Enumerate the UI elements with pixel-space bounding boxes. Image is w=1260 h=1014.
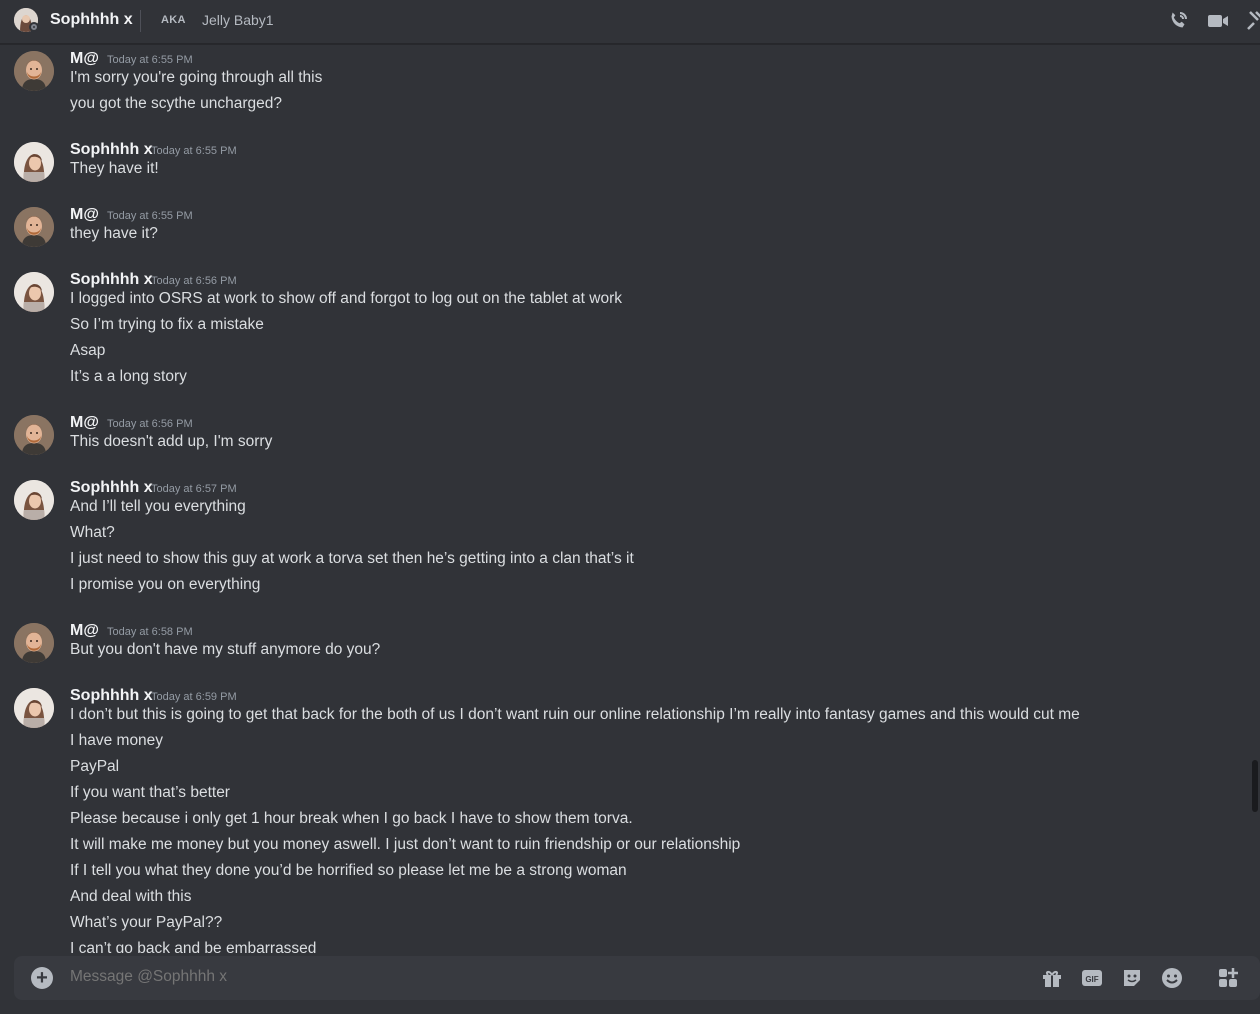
aka-label: AKA xyxy=(161,14,186,26)
message-text: I don’t but this is going to get that ba… xyxy=(70,706,1080,723)
user-avatar[interactable] xyxy=(14,415,54,455)
attach-plus-button[interactable]: + xyxy=(31,967,53,989)
message-text: I'm sorry you're going through all this xyxy=(70,69,323,86)
gift-icon[interactable] xyxy=(1040,966,1064,990)
message-text: you got the scythe uncharged? xyxy=(70,95,282,112)
message-text: If you want that’s better xyxy=(70,784,230,801)
message-text: This doesn't add up, I'm sorry xyxy=(70,433,273,450)
message-author[interactable]: M@ xyxy=(70,205,99,225)
message-group[interactable]: M@ Today at 6:58 PM But you don't have my … xyxy=(0,621,1250,667)
message-author[interactable]: Sophhhh x xyxy=(70,270,153,290)
message-text: But you don't have my stuff anymore do y… xyxy=(70,641,381,658)
message-text: They have it! xyxy=(70,160,159,177)
message-group[interactable]: Sophhhh x Today at 6:56 PM I logged into O… xyxy=(0,270,1250,385)
message-text: What? xyxy=(70,524,115,541)
apps-icon[interactable] xyxy=(1216,966,1240,990)
message-author[interactable]: Sophhhh x xyxy=(70,686,153,706)
header-divider xyxy=(140,10,141,32)
message-group[interactable]: Sophhhh x Today at 6:55 PM They have it! xyxy=(0,140,1250,186)
message-timestamp: Today at 6:57 PM xyxy=(151,483,237,495)
message-composer: + GIF xyxy=(14,956,1260,1000)
message-group[interactable]: Sophhhh x Today at 6:57 PM And I’ll tell y… xyxy=(0,478,1250,593)
emoji-icon[interactable] xyxy=(1160,966,1184,990)
message-group[interactable]: Sophhhh x Today at 6:59 PM I don’t but thi… xyxy=(0,686,1250,953)
message-text: Asap xyxy=(70,342,106,359)
user-avatar[interactable] xyxy=(14,623,54,663)
scrollbar-thumb[interactable] xyxy=(1252,760,1258,812)
header-alias: Jelly Baby1 xyxy=(202,12,274,28)
message-text: I promise you on everything xyxy=(70,576,261,593)
message-text: PayPal xyxy=(70,758,120,775)
message-timestamp: Today at 6:55 PM xyxy=(107,210,193,222)
message-text: It’s a a long story xyxy=(70,368,187,385)
message-timestamp: Today at 6:58 PM xyxy=(107,626,193,638)
message-timestamp: Today at 6:55 PM xyxy=(151,145,237,157)
message-text: Please because i only get 1 hour break w… xyxy=(70,810,633,827)
message-timestamp: Today at 6:55 PM xyxy=(107,54,193,66)
user-avatar[interactable] xyxy=(14,207,54,247)
header-username[interactable]: Sophhhh x xyxy=(50,11,133,29)
message-timestamp: Today at 6:56 PM xyxy=(107,418,193,430)
user-avatar[interactable] xyxy=(14,51,54,91)
message-text: they have it? xyxy=(70,225,158,242)
message-text: I can’t go back and be embarrassed xyxy=(70,940,317,953)
user-avatar[interactable] xyxy=(14,480,54,520)
message-group[interactable]: M@ Today at 6:55 PM they have it? xyxy=(0,205,1250,251)
message-text: And deal with this xyxy=(70,888,192,905)
message-author[interactable]: M@ xyxy=(70,49,99,69)
message-author[interactable]: Sophhhh x xyxy=(70,140,153,160)
voice-call-icon[interactable] xyxy=(1166,9,1190,33)
message-group[interactable]: M@ Today at 6:56 PM This doesn't add up, I… xyxy=(0,413,1250,459)
message-text: It will make me money but you money aswe… xyxy=(70,836,741,853)
message-text: And I’ll tell you everything xyxy=(70,498,246,515)
message-text: I logged into OSRS at work to show off a… xyxy=(70,290,623,307)
message-text: If I tell you what they done you’d be ho… xyxy=(70,862,627,879)
status-indicator xyxy=(29,22,39,32)
message-text: I have money xyxy=(70,732,164,749)
pin-icon[interactable] xyxy=(1244,9,1260,33)
message-text: I just need to show this guy at work a t… xyxy=(70,550,634,567)
video-call-icon[interactable] xyxy=(1206,9,1230,33)
user-avatar[interactable] xyxy=(14,688,54,728)
gif-label: GIF xyxy=(1085,975,1098,984)
message-author[interactable]: M@ xyxy=(70,413,99,433)
user-avatar[interactable] xyxy=(14,142,54,182)
message-timestamp: Today at 6:59 PM xyxy=(151,691,237,703)
message-author[interactable]: Sophhhh x xyxy=(70,478,153,498)
message-text: So I’m trying to fix a mistake xyxy=(70,316,264,333)
message-list[interactable]: M@ Today at 6:55 PM I'm sorry you're going… xyxy=(0,45,1252,953)
message-group[interactable]: M@ Today at 6:55 PM I'm sorry you're going… xyxy=(0,49,1250,117)
message-input[interactable] xyxy=(70,968,970,986)
message-text: What’s your PayPal?? xyxy=(70,914,223,931)
gif-icon[interactable]: GIF xyxy=(1080,966,1104,990)
user-avatar[interactable] xyxy=(14,272,54,312)
message-timestamp: Today at 6:56 PM xyxy=(151,275,237,287)
sticker-icon[interactable] xyxy=(1120,966,1144,990)
channel-header: Sophhhh x AKA Jelly Baby1 xyxy=(0,0,1260,44)
message-author[interactable]: M@ xyxy=(70,621,99,641)
